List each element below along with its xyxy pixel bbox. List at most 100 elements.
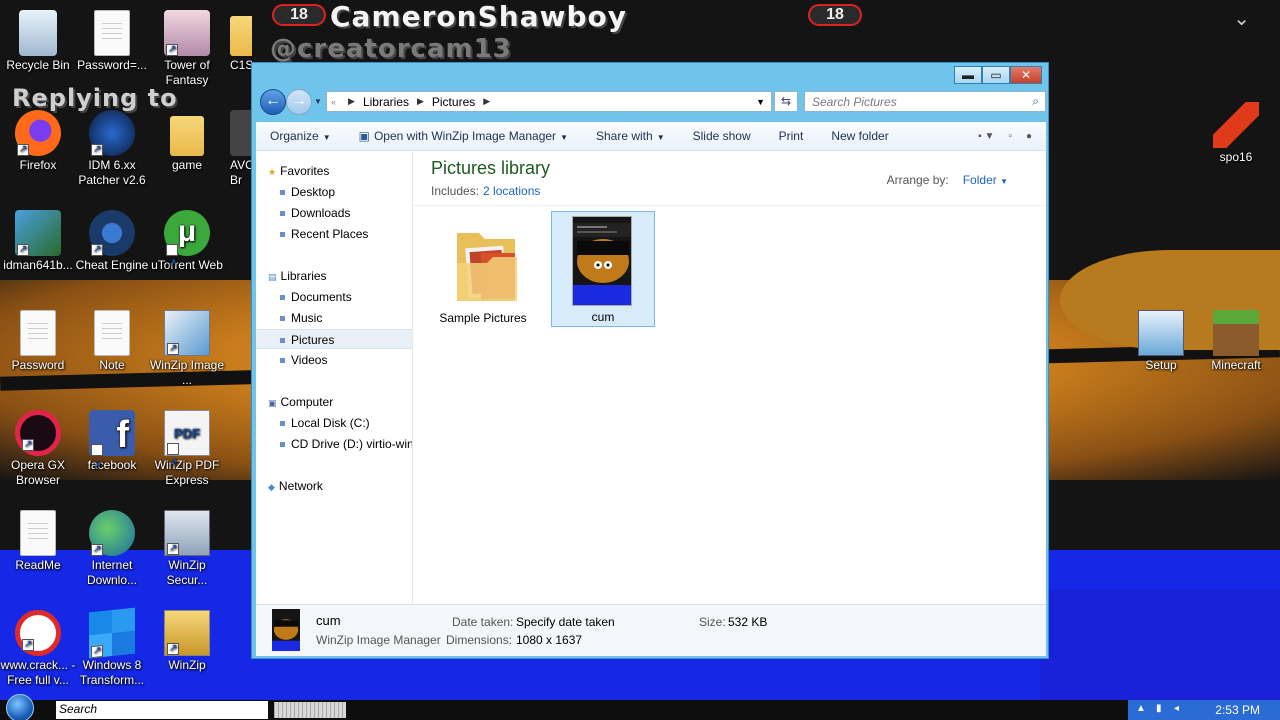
desktop-icon-idm-patcher[interactable]: IDM 6.xx Patcher v2.6 [74,110,150,188]
desktop-icon-password[interactable]: Password [0,310,76,373]
desktop-icon-cheat-engine[interactable]: Cheat Engine [74,210,150,273]
desktop-icon-recycle-bin[interactable]: Recycle Bin [0,10,76,73]
header-divider [413,205,1046,206]
desktop-icon-winzip-secure[interactable]: WinZip Secur... [149,510,225,588]
show-hidden-icons-icon[interactable]: ▲ [1136,703,1146,714]
start-button[interactable] [6,694,44,720]
maximize-button[interactable]: ▭ [982,66,1010,84]
help-icon[interactable]: ● [1026,131,1032,142]
nav-libraries[interactable]: ▤ Libraries [256,266,412,286]
document-icon [94,10,130,56]
nav-desktop[interactable]: Desktop [256,182,412,202]
volume-icon[interactable]: ◂ [1174,703,1179,714]
desktop-icon-c1s[interactable]: C1S [222,10,252,73]
refresh-button[interactable]: ⇆ [774,91,798,112]
desktop-icon-password-txt[interactable]: Password=... [74,10,150,73]
details-date-value[interactable]: Specify date taken [516,615,615,629]
folder-icon [457,233,517,301]
nav-documents[interactable]: Documents [256,287,412,307]
details-dimensions-value: 1080 x 1637 [516,633,583,647]
desktop-icon-avc[interactable]: AVC Br [222,110,252,188]
winzip-icon [164,610,210,656]
recycle-bin-icon [19,10,57,56]
navigation-pane: ★ Favorites Desktop Downloads Recent Plac… [256,151,413,604]
desktop-icon-facebook[interactable]: f facebook [74,410,150,492]
nav-network[interactable]: ◆ Network [256,476,412,496]
chevron-right-icon: ▶ [483,96,491,106]
desktop-icon-minecraft[interactable]: Minecraft [1198,310,1274,373]
recent-pages-dropdown[interactable]: ▼ [314,97,322,106]
overlay-badge-right: 18 [808,4,862,26]
taskbar-search-input[interactable]: Search [56,701,268,719]
breadcrumb-libraries[interactable]: Libraries [363,95,409,109]
nav-music[interactable]: Music [256,308,412,328]
libraries-icon: ▤ [268,272,277,282]
desktop-icon-tower-of-fantasy[interactable]: Tower of Fantasy [149,10,225,88]
nav-recent-places[interactable]: Recent Places [256,224,412,244]
print-button[interactable]: Print [765,129,818,143]
library-includes: Includes: 2 locations [431,184,541,198]
desktop-icon-spo16[interactable]: spo16 [1198,102,1274,165]
desktop-icon-game[interactable]: game [149,110,225,173]
nav-local-disk[interactable]: Local Disk (C:) [256,413,412,433]
share-with-button[interactable]: Share with ▼ [582,129,679,143]
address-dropdown-icon[interactable]: ▼ [756,97,765,107]
nav-cd-drive[interactable]: CD Drive (D:) virtio-win [256,434,412,454]
address-row: ← → ▼ « ▶ Libraries ▶ Pictures ▶ ▼ ⇆ Sea… [256,89,1046,115]
desktop-icon-winzip-image[interactable]: WinZip Image ... [149,310,225,388]
search-icon: ⌕ [1032,94,1039,108]
desktop-icon-utorrent[interactable]: μ uTorrent Web [149,210,225,286]
address-bar[interactable]: « ▶ Libraries ▶ Pictures ▶ ▼ [326,91,772,112]
nav-favorites[interactable]: ★ Favorites [256,161,412,181]
wallpaper-shirt-right [1040,590,1280,700]
desktop-icon-crack-site[interactable]: www.crack... - Free full v... [0,610,76,688]
desktop-icon-setup[interactable]: Setup [1123,310,1199,373]
desktop-icon-readme[interactable]: ReadMe [0,510,76,573]
slide-show-button[interactable]: Slide show [679,129,765,143]
network-tray-icon[interactable]: ▮ [1156,703,1162,714]
breadcrumb-pictures[interactable]: Pictures [432,95,475,109]
desktop-icon-winzip[interactable]: WinZip [149,610,225,673]
desktop-icon-internet-download[interactable]: Internet Downlo... [74,510,150,588]
file-item-cum[interactable]: cum [551,211,655,327]
arrange-by-dropdown[interactable]: Folder ▼ [963,173,1008,187]
installer-icon [15,210,61,257]
back-button[interactable]: ← [260,89,286,115]
details-file-type: WinZip Image Manager [316,633,441,647]
forward-button[interactable]: → [286,89,312,115]
desktop-icon-idman[interactable]: idman641b... [0,210,76,273]
minecraft-icon [1213,310,1259,356]
utorrent-icon: μ [164,210,210,286]
file-item-sample-pictures[interactable]: Sample Pictures [431,213,535,329]
view-options-icon[interactable]: ▪ ▼ [978,131,994,142]
explorer-window: ▬ ▭ ✕ ← → ▼ « ▶ Libraries ▶ Pictures ▶ ▼… [251,62,1049,659]
nav-downloads[interactable]: Downloads [256,203,412,223]
taskbar-pinned-apps[interactable] [274,702,346,718]
nav-computer[interactable]: ▣ Computer [256,392,412,412]
minimize-button[interactable]: ▬ [954,66,982,84]
chevron-right-icon: ▶ [416,96,424,106]
desktop-icon-note[interactable]: Note [74,310,150,373]
details-pane: cum WinZip Image Manager Date taken: Spe… [256,604,1046,656]
page-title: Pictures library [431,158,551,178]
content-area: ★ Favorites Desktop Downloads Recent Plac… [256,151,1046,604]
game-icon [164,10,210,57]
desktop-icon-opera-gx[interactable]: Opera GX Browser [0,410,76,488]
organize-button[interactable]: Organize ▼ [256,129,345,143]
close-button[interactable]: ✕ [1010,66,1042,84]
library-locations-link[interactable]: 2 locations [483,184,540,198]
desktop-icon-winzip-pdf[interactable]: PDF WinZip PDF Express [149,410,225,488]
chevron-down-icon[interactable]: ⌄ [1233,6,1250,31]
search-input[interactable]: Search Pictures ⌕ [804,91,1046,112]
preview-pane-icon[interactable]: ▫ [1008,131,1012,142]
nav-pictures[interactable]: Pictures [256,329,412,349]
idm-icon [89,510,135,557]
clock[interactable]: 2:53 PM [1215,703,1260,717]
desktop-icon-firefox[interactable]: Firefox [0,110,76,173]
open-with-button[interactable]: ▣ Open with WinZip Image Manager ▼ [345,129,582,143]
winzip-image-icon [164,310,210,356]
new-folder-button[interactable]: New folder [817,129,902,143]
nav-videos[interactable]: Videos [256,350,412,370]
chevron-right-icon: ▶ [348,96,355,106]
desktop-icon-windows8-transform[interactable]: Windows 8 Transform... [74,607,150,688]
